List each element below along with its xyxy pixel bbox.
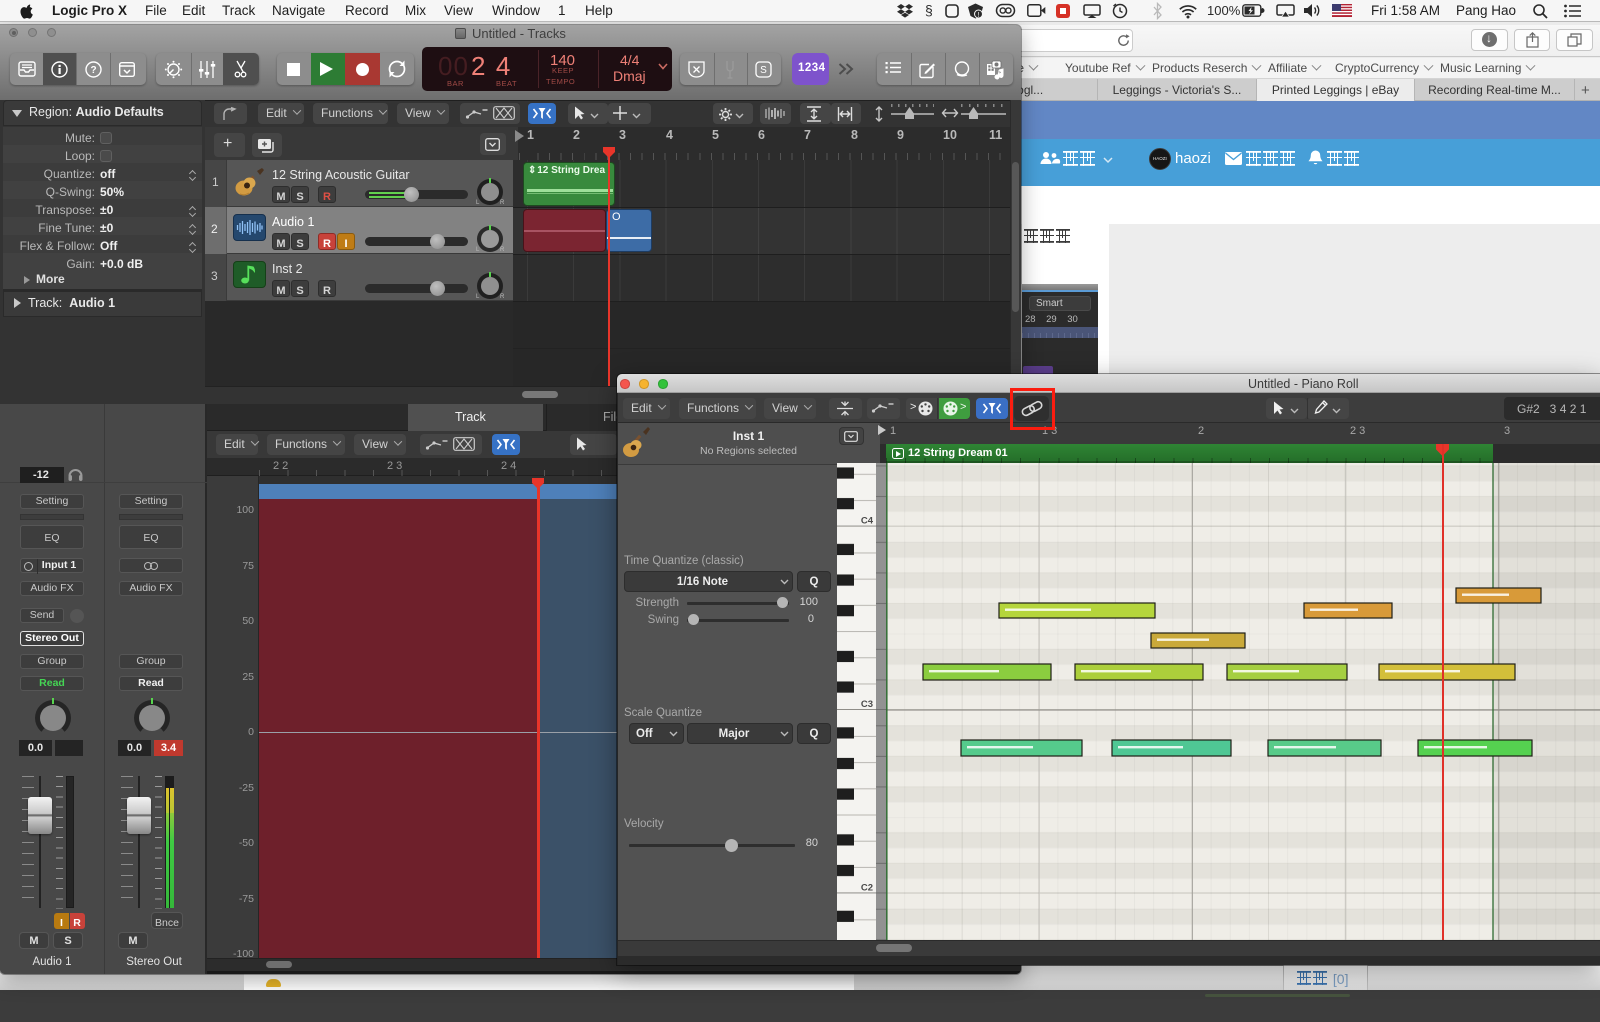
svg-text:C4: C4 xyxy=(861,516,874,527)
svg-text:C2: C2 xyxy=(861,882,873,893)
svg-text:?: ? xyxy=(90,65,96,76)
svg-text:C3: C3 xyxy=(861,699,873,710)
svg-text:!: ! xyxy=(978,12,980,19)
svg-text:S: S xyxy=(760,65,767,76)
